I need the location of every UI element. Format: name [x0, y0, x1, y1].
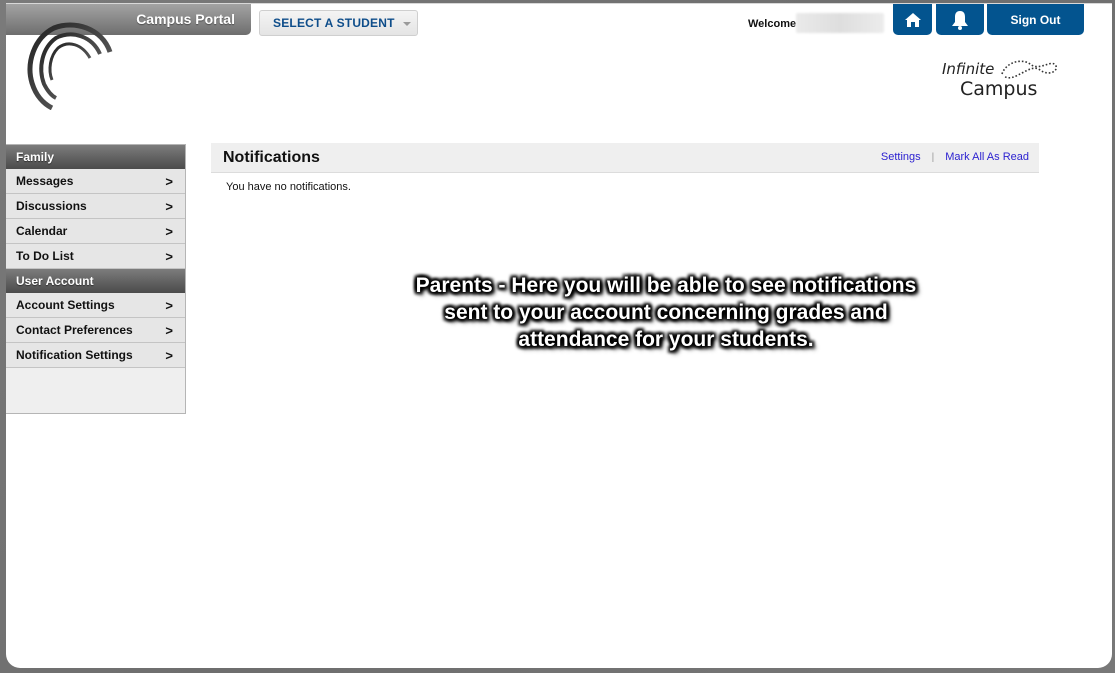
chevron-right-icon: > — [165, 173, 173, 189]
logo-text-infinite: Infinite — [942, 60, 994, 78]
welcome-label: Welcome — [748, 18, 797, 30]
tutorial-annotation: Parents - Here you will be able to see n… — [376, 272, 956, 353]
sidebar-item-label: Messages — [16, 174, 74, 188]
sidebar-item-messages[interactable]: Messages > — [6, 169, 185, 194]
empty-notifications-message: You have no notifications. — [226, 181, 351, 193]
campus-logo-icon — [27, 22, 113, 110]
select-student-dropdown[interactable]: SELECT A STUDENT — [259, 10, 418, 36]
sidebar-item-calendar[interactable]: Calendar > — [6, 219, 185, 244]
sidebar-item-contact-preferences[interactable]: Contact Preferences > — [6, 318, 185, 343]
annotation-line: attendance for your students. — [518, 328, 814, 351]
bell-icon — [952, 10, 968, 30]
sign-out-label: Sign Out — [1010, 12, 1061, 27]
sidebar-item-account-settings[interactable]: Account Settings > — [6, 293, 185, 318]
browser-window: Campus Portal SELECT A STUDENT Welcome S… — [6, 3, 1112, 668]
sidebar-item-label: Discussions — [16, 199, 87, 213]
chevron-right-icon: > — [165, 347, 173, 363]
notifications-button[interactable] — [936, 4, 984, 35]
chevron-down-icon — [403, 22, 411, 26]
welcome-user-name-redacted — [796, 13, 884, 33]
chevron-right-icon: > — [165, 322, 173, 338]
sidebar-item-label: Notification Settings — [16, 348, 133, 362]
header-links: Settings | Mark All As Read — [881, 151, 1029, 163]
sidebar-item-to-do-list[interactable]: To Do List > — [6, 244, 185, 269]
settings-link[interactable]: Settings — [881, 151, 921, 163]
page-title: Notifications — [223, 149, 320, 166]
chevron-right-icon: > — [165, 223, 173, 239]
home-icon — [904, 12, 921, 27]
sign-out-button[interactable]: Sign Out — [987, 4, 1084, 35]
sidebar-item-label: Contact Preferences — [16, 323, 133, 337]
chevron-right-icon: > — [165, 297, 173, 313]
chevron-right-icon: > — [165, 198, 173, 214]
select-student-label: SELECT A STUDENT — [273, 16, 395, 30]
sidebar-item-label: Calendar — [16, 224, 68, 238]
sidebar-item-label: To Do List — [16, 249, 74, 263]
sidebar: Family Messages > Discussions > Calendar… — [6, 144, 186, 414]
chevron-right-icon: > — [165, 248, 173, 264]
mark-all-as-read-link[interactable]: Mark All As Read — [945, 151, 1029, 163]
sidebar-item-discussions[interactable]: Discussions > — [6, 194, 185, 219]
home-button[interactable] — [893, 4, 932, 35]
sidebar-section-family: Family — [6, 145, 185, 169]
annotation-line: Parents - Here you will be able to see n… — [415, 274, 917, 297]
sidebar-item-notification-settings[interactable]: Notification Settings > — [6, 343, 185, 368]
sidebar-item-label: Account Settings — [16, 298, 115, 312]
notifications-header: Notifications Settings | Mark All As Rea… — [211, 143, 1039, 173]
sidebar-section-user-account: User Account — [6, 269, 185, 293]
infinite-campus-logo: Infinite Campus — [942, 60, 1058, 100]
link-separator: | — [931, 151, 935, 163]
annotation-line: sent to your account concerning grades a… — [444, 301, 888, 324]
app-title: Campus Portal — [136, 11, 235, 27]
logo-text-campus: Campus — [960, 78, 1037, 100]
